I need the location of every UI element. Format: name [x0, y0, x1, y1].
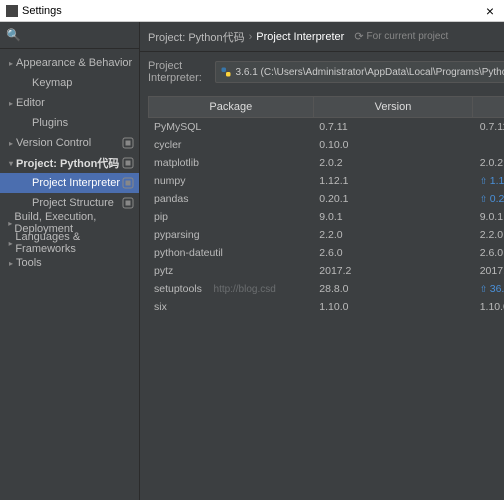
table-row[interactable]: pyparsing2.2.02.2.0: [148, 226, 504, 244]
table-row[interactable]: python-dateutil2.6.02.6.0: [148, 244, 504, 262]
sidebar-item-appearance-behavior[interactable]: ▸Appearance & Behavior: [0, 53, 139, 73]
project-scope-icon: [121, 136, 135, 150]
package-version: 0.10.0: [313, 139, 473, 151]
project-scope-icon: [121, 196, 135, 210]
table-row[interactable]: pytz2017.22017.2: [148, 262, 504, 280]
caret-icon: ▸: [6, 259, 16, 268]
breadcrumb: Project: Python代码 › Project Interpreter …: [140, 22, 504, 52]
packages-table: Package Version Latest PyMySQL0.7.110.7.…: [148, 96, 504, 316]
package-latest: 2.6.0: [474, 247, 504, 259]
caret-icon: ▸: [6, 239, 15, 248]
package-name: cycler: [148, 139, 313, 151]
breadcrumb-current: Project Interpreter: [256, 31, 344, 43]
project-scope-icon: [121, 176, 135, 190]
package-name: numpy: [148, 175, 313, 187]
table-row[interactable]: pip9.0.19.0.1: [148, 208, 504, 226]
package-version: 0.7.11: [313, 121, 473, 133]
sidebar-item-tools[interactable]: ▸Tools: [0, 253, 139, 273]
sidebar-item-label: Languages & Frameworks: [15, 231, 135, 255]
breadcrumb-parent[interactable]: Project: Python代码: [148, 29, 245, 45]
package-name: python-dateutil: [148, 247, 313, 259]
caret-icon: ▸: [6, 59, 16, 68]
package-name: pyparsing: [148, 229, 313, 241]
package-latest: 2.0.2: [474, 157, 504, 169]
close-icon[interactable]: ×: [482, 4, 498, 18]
for-current-project-badge: ⟳ For current project: [354, 30, 448, 43]
sidebar-item-editor[interactable]: ▸Editor: [0, 93, 139, 113]
search-icon: 🔍: [6, 28, 21, 42]
sidebar-item-keymap[interactable]: Keymap: [0, 73, 139, 93]
caret-icon: ▸: [6, 99, 16, 108]
breadcrumb-sep: ›: [249, 31, 253, 43]
package-name: pandas: [148, 193, 313, 205]
reset-icon: ⟳: [354, 30, 363, 43]
settings-main: Project: Python代码 › Project Interpreter …: [140, 22, 504, 500]
sidebar-item-build-execution-deployment[interactable]: ▸Build, Execution, Deployment: [0, 213, 139, 233]
package-version: 1.10.0: [313, 301, 473, 313]
caret-icon: ▸: [6, 219, 14, 228]
package-latest: 0.7.11: [474, 121, 504, 133]
table-row[interactable]: setuptools http://blog.csd28.8.036.0.1: [148, 280, 504, 298]
window-titlebar: Settings ×: [0, 0, 504, 22]
package-latest: 1.13.0rc2: [474, 175, 504, 187]
package-name: PyMySQL: [148, 121, 313, 133]
python-icon: [220, 66, 232, 78]
app-icon: [6, 5, 18, 17]
package-version: 28.8.0: [313, 283, 473, 295]
caret-icon: ▸: [6, 139, 16, 148]
sidebar-item-project-python[interactable]: ▾Project: Python代码: [0, 153, 139, 173]
table-row[interactable]: PyMySQL0.7.110.7.11: [148, 118, 504, 136]
sidebar-item-project-interpreter[interactable]: Project Interpreter: [0, 173, 139, 193]
package-name: matplotlib: [148, 157, 313, 169]
package-latest: 1.10.0: [474, 301, 504, 313]
package-version: 1.12.1: [313, 175, 473, 187]
sidebar-item-label: Project Interpreter: [32, 177, 120, 189]
package-name: six: [148, 301, 313, 313]
package-latest: 36.0.1: [474, 283, 504, 295]
sidebar-item-label: Version Control: [16, 137, 91, 149]
sidebar-item-label: Plugins: [32, 117, 68, 129]
package-latest: 0.20.2: [474, 193, 504, 205]
package-version: 2.6.0: [313, 247, 473, 259]
sidebar-item-label: Editor: [16, 97, 45, 109]
sidebar-item-label: Tools: [16, 257, 42, 269]
packages-header-latest[interactable]: Latest: [473, 97, 504, 117]
sidebar-item-label: Keymap: [32, 77, 72, 89]
package-name: setuptools http://blog.csd: [148, 283, 313, 295]
table-row[interactable]: cycler0.10.0: [148, 136, 504, 154]
package-latest: 2.2.0: [474, 229, 504, 241]
packages-header-version[interactable]: Version: [314, 97, 474, 117]
settings-sidebar: 🔍 ▸Appearance & BehaviorKeymap▸EditorPlu…: [0, 22, 140, 500]
package-version: 2.0.2: [313, 157, 473, 169]
interpreter-value: 3.6.1 (C:\Users\Administrator\AppData\Lo…: [236, 67, 504, 78]
table-row[interactable]: six1.10.01.10.0: [148, 298, 504, 316]
package-version: 0.20.1: [313, 193, 473, 205]
sidebar-item-label: Project Structure: [32, 197, 114, 209]
table-row[interactable]: pandas0.20.10.20.2: [148, 190, 504, 208]
package-latest: 9.0.1: [474, 211, 504, 223]
interpreter-label: Project Interpreter:: [148, 60, 209, 84]
settings-tree: ▸Appearance & BehaviorKeymap▸EditorPlugi…: [0, 49, 139, 277]
package-version: 2017.2: [313, 265, 473, 277]
sidebar-item-plugins[interactable]: Plugins: [0, 113, 139, 133]
package-name: pytz: [148, 265, 313, 277]
table-row[interactable]: numpy1.12.11.13.0rc2: [148, 172, 504, 190]
sidebar-item-label: Project: Python代码: [16, 155, 119, 171]
packages-header-package[interactable]: Package: [149, 97, 314, 117]
sidebar-item-version-control[interactable]: ▸Version Control: [0, 133, 139, 153]
package-latest: 2017.2: [474, 265, 504, 277]
sidebar-item-project-structure[interactable]: Project Structure: [0, 193, 139, 213]
interpreter-select[interactable]: 3.6.1 (C:\Users\Administrator\AppData\Lo…: [215, 61, 504, 83]
sidebar-item-label: Appearance & Behavior: [16, 57, 132, 69]
package-version: 2.2.0: [313, 229, 473, 241]
table-row[interactable]: matplotlib2.0.22.0.2: [148, 154, 504, 172]
project-scope-icon: [121, 156, 135, 170]
package-version: 9.0.1: [313, 211, 473, 223]
package-name: pip: [148, 211, 313, 223]
caret-icon: ▾: [6, 159, 16, 168]
window-title: Settings: [22, 5, 482, 17]
sidebar-item-languages-frameworks[interactable]: ▸Languages & Frameworks: [0, 233, 139, 253]
